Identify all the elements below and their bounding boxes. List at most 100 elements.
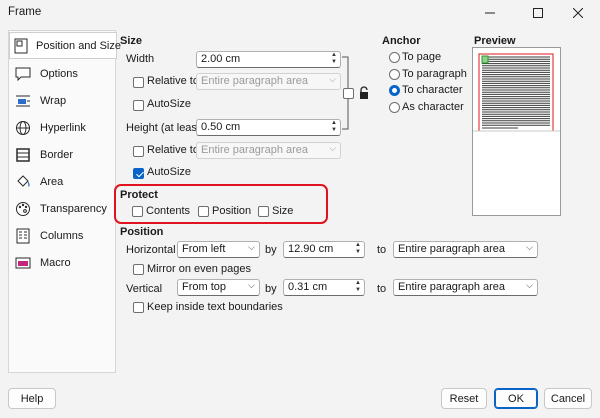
wrap-icon bbox=[14, 93, 32, 109]
sidebar-item-label: Macro bbox=[40, 256, 71, 269]
anchor-as-character-label: As character bbox=[402, 101, 464, 113]
height-spinbox[interactable]: 0.50 cm ▲ ▼ bbox=[196, 119, 341, 136]
preview-page-drawing bbox=[473, 53, 560, 132]
reset-button[interactable]: Reset bbox=[441, 388, 487, 409]
autosize-width-label: AutoSize bbox=[147, 98, 192, 110]
anchor-as-character-radio[interactable] bbox=[389, 102, 400, 113]
vertical-label: Vertical bbox=[126, 283, 163, 295]
sidebar-item-area[interactable]: Area bbox=[10, 168, 116, 195]
spin-arrows-icon[interactable]: ▲ ▼ bbox=[353, 280, 363, 295]
close-icon bbox=[573, 8, 583, 18]
sidebar-item-label: Border bbox=[40, 148, 74, 161]
anchor-to-character-label: To character bbox=[402, 84, 463, 96]
protect-size-checkbox[interactable] bbox=[258, 206, 269, 217]
mirror-even-pages-checkbox[interactable] bbox=[133, 264, 144, 275]
position-heading: Position bbox=[120, 226, 164, 238]
sidebar-item-wrap[interactable]: Wrap bbox=[10, 87, 116, 114]
horizontal-to-label: to bbox=[377, 244, 387, 256]
sidebar-item-transparency[interactable]: Transparency bbox=[10, 195, 116, 222]
horizontal-to-select[interactable]: Entire paragraph area ⌵ bbox=[393, 241, 538, 258]
maximize-icon bbox=[533, 8, 543, 18]
chevron-down-icon: ⌵ bbox=[248, 280, 255, 290]
relative-to-height-value: Entire paragraph area bbox=[201, 144, 309, 156]
preview-pane bbox=[472, 47, 561, 216]
chevron-down-icon: ⌵ bbox=[329, 74, 336, 84]
mirror-even-pages-label: Mirror on even pages bbox=[147, 263, 251, 275]
vertical-by-spinbox[interactable]: 0.31 cm ▲ ▼ bbox=[283, 279, 365, 296]
relative-to-height-checkbox[interactable] bbox=[133, 146, 144, 157]
autosize-height-label: AutoSize bbox=[147, 166, 192, 178]
relative-to-width-select: Entire paragraph area ⌵ bbox=[196, 73, 341, 90]
sidebar-item-macro[interactable]: Macro bbox=[10, 249, 116, 276]
paint-bucket-icon bbox=[14, 174, 32, 190]
keep-inside-text-boundaries-checkbox[interactable] bbox=[133, 302, 144, 313]
relative-to-width-label: Relative to bbox=[147, 75, 199, 87]
close-button[interactable] bbox=[556, 0, 600, 26]
protect-contents-checkbox[interactable] bbox=[132, 206, 143, 217]
minimize-button[interactable] bbox=[468, 0, 512, 26]
horizontal-label: Horizontal bbox=[126, 244, 176, 256]
columns-icon bbox=[14, 228, 32, 244]
anchor-to-paragraph-radio[interactable] bbox=[389, 69, 400, 80]
autosize-height-checkbox[interactable] bbox=[133, 168, 144, 179]
chevron-down-icon: ⌵ bbox=[526, 280, 533, 290]
cancel-button[interactable]: Cancel bbox=[544, 388, 592, 409]
preview-text-lines bbox=[482, 56, 550, 129]
vertical-value: From top bbox=[182, 281, 227, 293]
spin-arrows-icon[interactable]: ▲ ▼ bbox=[329, 52, 339, 67]
spin-arrows-icon[interactable]: ▲ ▼ bbox=[353, 242, 363, 257]
protect-contents-label: Contents bbox=[146, 205, 191, 217]
sidebar-item-columns[interactable]: Columns bbox=[10, 222, 116, 249]
chevron-down-icon: ⌵ bbox=[248, 242, 255, 252]
anchor-to-character-radio[interactable] bbox=[389, 85, 400, 96]
horizontal-value: From left bbox=[182, 243, 226, 255]
horizontal-to-value: Entire paragraph area bbox=[398, 243, 506, 255]
spin-arrows-icon[interactable]: ▲ ▼ bbox=[329, 120, 339, 135]
anchor-to-page-radio[interactable] bbox=[389, 52, 400, 63]
vertical-to-label: to bbox=[377, 283, 387, 295]
sidebar-item-border[interactable]: Border bbox=[10, 141, 116, 168]
minimize-icon bbox=[485, 12, 495, 14]
sidebar-item-label: Wrap bbox=[40, 94, 67, 107]
anchor-to-paragraph-label: To paragraph bbox=[402, 68, 467, 80]
macro-icon bbox=[14, 255, 32, 271]
vertical-by-value: 0.31 cm bbox=[288, 281, 328, 293]
anchor-heading: Anchor bbox=[382, 35, 421, 47]
maximize-button[interactable] bbox=[516, 0, 560, 26]
horizontal-select[interactable]: From left ⌵ bbox=[177, 241, 260, 258]
position-size-icon bbox=[14, 38, 28, 54]
sidebar-item-label: Options bbox=[40, 67, 78, 80]
sidebar-item-hyperlink[interactable]: Hyperlink bbox=[10, 114, 116, 141]
protect-position-label: Position bbox=[212, 205, 252, 217]
speech-bubble-icon bbox=[14, 66, 32, 82]
chevron-down-icon: ⌵ bbox=[329, 143, 336, 153]
size-heading: Size bbox=[120, 35, 143, 47]
anchor-to-page-label: To page bbox=[402, 51, 442, 63]
globe-icon bbox=[14, 120, 32, 136]
ok-button[interactable]: OK bbox=[494, 388, 538, 409]
vertical-to-value: Entire paragraph area bbox=[398, 281, 506, 293]
help-button[interactable]: Help bbox=[8, 388, 56, 409]
sidebar-item-label: Columns bbox=[40, 229, 84, 242]
chevron-down-icon: ⌵ bbox=[526, 242, 533, 252]
sidebar-item-label: Position and Size bbox=[36, 39, 121, 52]
vertical-select[interactable]: From top ⌵ bbox=[177, 279, 260, 296]
border-icon bbox=[14, 147, 32, 163]
vertical-to-select[interactable]: Entire paragraph area ⌵ bbox=[393, 279, 538, 296]
protect-position-checkbox[interactable] bbox=[198, 206, 209, 217]
sidebar-item-position-and-size[interactable]: Position and Size bbox=[9, 32, 121, 59]
keep-ratio-checkbox[interactable] bbox=[343, 88, 354, 99]
relative-to-width-checkbox[interactable] bbox=[133, 77, 144, 88]
protect-heading: Protect bbox=[120, 189, 158, 201]
horizontal-by-label: by bbox=[265, 244, 277, 256]
lock-icon bbox=[360, 86, 368, 99]
width-label: Width bbox=[126, 53, 155, 65]
relative-to-height-select: Entire paragraph area ⌵ bbox=[196, 142, 341, 159]
autosize-width-checkbox[interactable] bbox=[133, 100, 144, 111]
height-value: 0.50 cm bbox=[201, 121, 241, 133]
width-spinbox[interactable]: 2.00 cm ▲ ▼ bbox=[196, 51, 341, 68]
horizontal-by-spinbox[interactable]: 12.90 cm ▲ ▼ bbox=[283, 241, 365, 258]
keep-inside-text-boundaries-label: Keep inside text boundaries bbox=[147, 301, 283, 313]
width-value: 2.00 cm bbox=[201, 53, 241, 65]
sidebar-item-options[interactable]: Options bbox=[10, 60, 116, 87]
